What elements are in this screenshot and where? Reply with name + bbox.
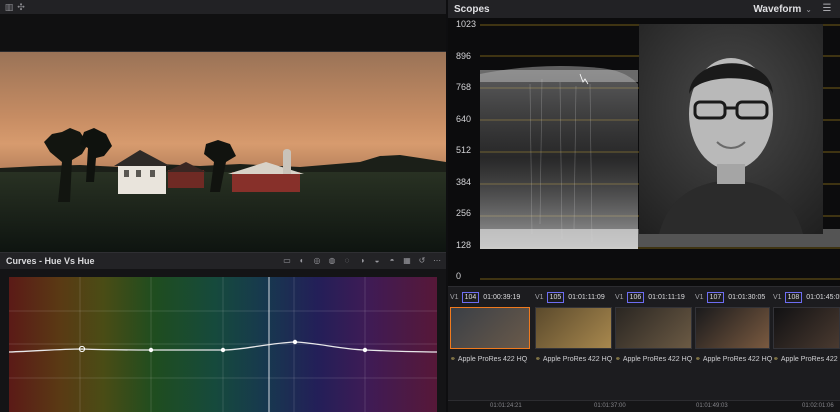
clip-codec: ⚭Apple ProRes 422 HQ: [450, 355, 527, 363]
scope-mode-dropdown[interactable]: Waveform ⌄: [753, 4, 812, 15]
waveform-level-label: 128: [456, 239, 472, 250]
grid-icon[interactable]: ▦: [402, 256, 412, 266]
waveform-level-label: 896: [456, 50, 472, 61]
curves-panel: [0, 269, 446, 412]
clip-thumbnail[interactable]: [535, 307, 612, 349]
curves-header: Curves - Hue Vs Hue ▭ ◐ ◎ ◍ ◌ ◑ ◒ ◓ ▦ ↺ ⋯: [0, 252, 446, 269]
viewer-letterbox-top: [0, 14, 446, 52]
clip-codec: ⚭Apple ProRes 422 HQ: [773, 355, 840, 363]
clip-track: V1: [695, 293, 704, 301]
link-icon: ⚭: [535, 356, 541, 363]
clip-number: 105: [546, 291, 565, 303]
waveform-level-label: 768: [456, 82, 472, 92]
clip-codec: ⚭Apple ProRes 422 HQ: [695, 355, 772, 363]
hue-vs-hue-curve-graph[interactable]: [9, 277, 437, 412]
clip-codec: ⚭Apple ProRes 422 HQ: [615, 355, 692, 363]
more-icon[interactable]: ⋯: [432, 256, 442, 266]
presenter-video-image: [639, 24, 823, 234]
curves-title: Curves - Hue Vs Hue: [6, 256, 95, 266]
sat-lum-icon[interactable]: ◓: [387, 256, 397, 266]
reset-icon[interactable]: ↺: [417, 256, 427, 266]
clip-timecode: 01:00:39:19: [483, 293, 521, 301]
clip-track: V1: [450, 293, 459, 301]
hue-lum-icon[interactable]: ◌: [342, 256, 352, 266]
timeline-clip[interactable]: V1 105 01:01:11:09 ⚭ Apple ProRes 422 HQ: [535, 291, 612, 403]
sat-sat-icon[interactable]: ◒: [372, 256, 382, 266]
ruler-timecode: 01:01:49:03: [696, 403, 728, 409]
hue-sat-icon[interactable]: ◍: [327, 256, 337, 266]
link-icon: ⚭: [450, 356, 456, 363]
clip-codec-label: Apple ProRes 422 HQ: [622, 356, 693, 363]
curves-toolbar: ▭ ◐ ◎ ◍ ◌ ◑ ◒ ◓ ▦ ↺ ⋯: [282, 256, 442, 266]
clip-number: 108: [784, 291, 803, 303]
clip-header: V1 106 01:01:11:19: [615, 291, 685, 303]
ruler-timecode: 01:02:01:06: [802, 403, 834, 409]
clip-codec-label: Apple ProRes 422 HQ: [457, 356, 528, 363]
clip-track: V1: [773, 293, 782, 301]
clip-codec-label: Apple ProRes 422 HQ: [542, 356, 613, 363]
clip-codec-label: Apple ProRes 422 HQ: [780, 356, 840, 363]
timeline-ruler[interactable]: 01:01:24:21 01:01:37:00 01:01:49:03 01:02:0…: [448, 400, 840, 412]
clip-thumbnail[interactable]: [615, 307, 692, 349]
timeline-clip[interactable]: V1 104 01:00:39:19 ⚭ Apple ProRes 422 HQ: [450, 291, 530, 403]
waveform-level-label: 1023: [456, 19, 477, 29]
clip-track: V1: [615, 293, 624, 301]
lum-sat-icon[interactable]: ◑: [357, 256, 367, 266]
timeline-clip[interactable]: V110801:01:45:05 ⚭Apple ProRes 422 HQ: [773, 291, 840, 403]
presenter-webcam: [639, 24, 823, 234]
timeline-clip[interactable]: V1 107 01:01:30:05 ⚭ Apple ProRes 422 HQ: [695, 291, 772, 403]
hue-hue-icon[interactable]: ◎: [312, 256, 322, 266]
waveform-level-label: 256: [456, 208, 472, 218]
panel-icon[interactable]: ▥: [4, 2, 14, 12]
link-icon: ⚭: [615, 356, 621, 363]
clip-track: V1: [535, 293, 544, 301]
scopes-title: Scopes: [454, 4, 490, 15]
clip-number: 107: [706, 291, 725, 303]
waveform-level-label: 512: [456, 145, 472, 155]
clip-number: 104: [461, 291, 480, 303]
ruler-timecode: 01:01:24:21: [490, 403, 522, 409]
link-icon: ⚭: [773, 356, 779, 363]
video-viewer[interactable]: [0, 52, 446, 252]
sat-mode-icon[interactable]: ◐: [297, 256, 307, 266]
clip-thumbnail[interactable]: [450, 307, 530, 349]
clip-thumbnail[interactable]: [695, 307, 770, 349]
clip-number: 106: [626, 291, 645, 303]
link-icon: ⚭: [695, 356, 701, 363]
clip-timecode: 01:01:30:05: [728, 293, 766, 301]
chevron-down-icon: ⌄: [805, 5, 812, 14]
clip-codec-label: Apple ProRes 422 HQ: [702, 356, 773, 363]
waveform-level-label: 0: [456, 271, 462, 281]
waveform-level-label: 640: [456, 113, 472, 124]
waveform-level-label: 384: [456, 176, 472, 187]
clip-timecode: 01:01:11:09: [568, 293, 605, 301]
viewer-frame-image: [0, 52, 446, 252]
scope-mode-label: Waveform: [753, 4, 802, 15]
waveform-scope: 1023 896 768 640 512 384 256 128 0: [448, 18, 840, 286]
clip-header: V1 108 01:01:45:05: [773, 291, 840, 303]
curve-mode-icon[interactable]: ▭: [282, 256, 292, 266]
clip-timecode: 01:01:45:05: [806, 293, 840, 301]
scopes-header: Scopes Waveform ⌄ ☰: [448, 0, 840, 18]
ruler-timecode: 01:01:37:00: [594, 403, 626, 409]
node-graph-icon[interactable]: ✣: [16, 2, 26, 12]
clip-thumbnail[interactable]: [773, 307, 840, 349]
clip-timecode: 01:01:11:19: [648, 293, 685, 301]
scope-settings-icon[interactable]: ☰: [821, 3, 833, 15]
clip-header: V1 105 01:01:11:09: [535, 291, 605, 303]
clips-timeline: V1 104 01:00:39:19 ⚭ Apple ProRes 422 HQ V1 10…: [448, 286, 840, 412]
clip-codec: ⚭Apple ProRes 422 HQ: [535, 355, 612, 363]
timeline-clip[interactable]: V1 106 01:01:11:19 ⚭ Apple ProRes 422 HQ: [615, 291, 692, 403]
viewer-toolbar: ▥ ✣: [0, 0, 446, 14]
clip-header: V1 107 01:01:30:05: [695, 291, 765, 303]
clip-header: V1 104 01:00:39:19: [450, 291, 520, 303]
